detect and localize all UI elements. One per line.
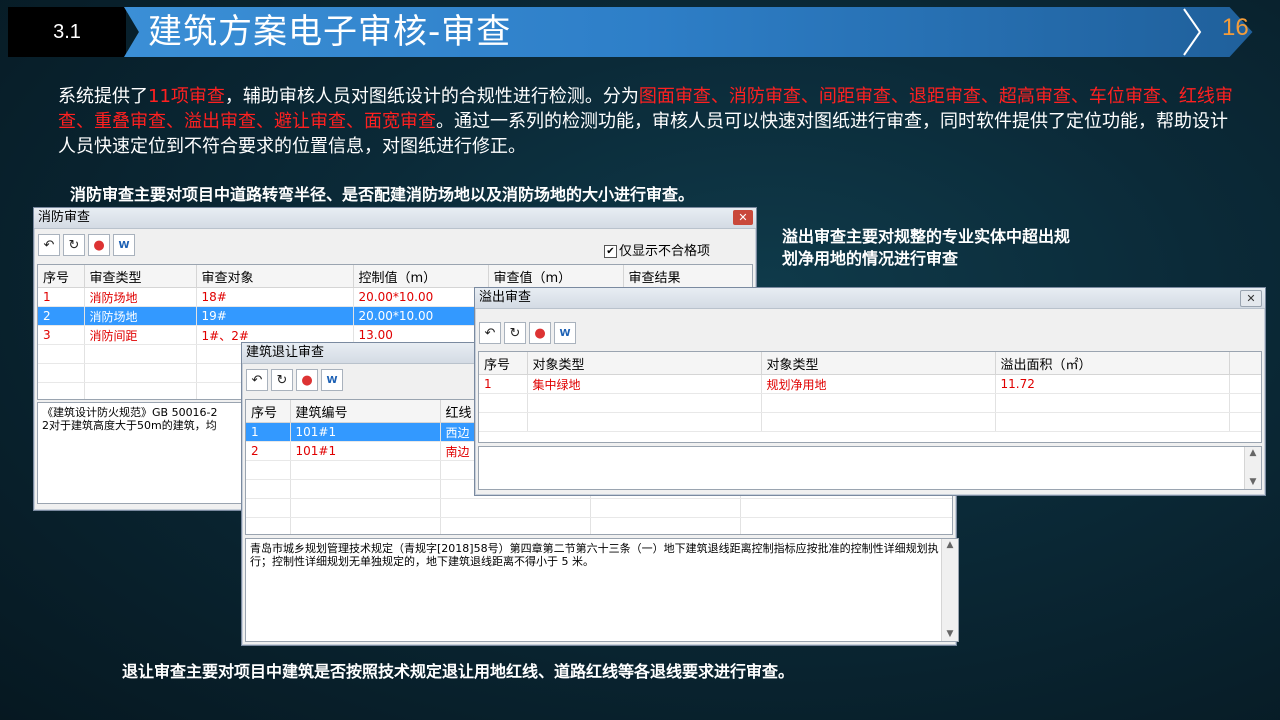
- close-icon[interactable]: ✕: [733, 210, 753, 225]
- scroll-up-icon[interactable]: ▲: [942, 539, 958, 552]
- table-row: [246, 498, 952, 518]
- undo-icon[interactable]: ↶: [479, 322, 501, 344]
- locate-pin-icon[interactable]: ●: [296, 369, 318, 391]
- word-export-icon[interactable]: W: [321, 369, 343, 391]
- col-header[interactable]: 对象类型: [761, 352, 996, 375]
- col-header[interactable]: 审查类型: [84, 265, 197, 288]
- note-scrollbar[interactable]: ▲ ▼: [941, 539, 958, 641]
- col-header[interactable]: 建筑编号: [290, 400, 441, 423]
- locate-pin-icon[interactable]: ●: [529, 322, 551, 344]
- undo-icon[interactable]: ↶: [38, 234, 60, 256]
- scroll-up-icon[interactable]: ▲: [1245, 447, 1261, 460]
- fire-caption: 消防审查主要对项目中道路转弯半径、是否配建消防场地以及消防场地的大小进行审查。: [70, 185, 695, 204]
- cell: 19#: [196, 306, 354, 326]
- window-titlebar[interactable]: 消防审查 ✕: [34, 208, 756, 229]
- window-title: 溢出审查: [479, 290, 532, 305]
- regulation-note: ▲ ▼: [478, 446, 1262, 490]
- cell: 20.00*10.00: [353, 287, 489, 307]
- regulation-note: 《建筑设计防火规范》GB 50016-2 2对于建筑高度大于50m的建筑，均: [37, 402, 249, 504]
- checkbox-box[interactable]: ✔: [604, 245, 617, 258]
- col-header[interactable]: 序号: [38, 265, 85, 288]
- refresh-icon[interactable]: ↻: [271, 369, 293, 391]
- cell: 11.72: [995, 374, 1230, 394]
- page-title: 建筑方案电子审核-审查: [148, 12, 512, 52]
- cell: 20.00*10.00: [353, 306, 489, 326]
- col-header[interactable]: 审查值（m）: [488, 265, 624, 288]
- cell: 规划净用地: [761, 374, 996, 394]
- table-row: [479, 393, 1261, 413]
- overflow-results-table: 序号 对象类型 对象类型 溢出面积（㎡） 1 集中绿地 规划净用地 11.72: [478, 351, 1262, 443]
- overflow-caption: 溢出审查主要对规整的专业实体中超出规划净用地的情况进行审查: [782, 227, 1071, 268]
- window-title: 建筑退让审查: [246, 345, 325, 360]
- col-header[interactable]: 审查对象: [196, 265, 354, 288]
- cell: 18#: [196, 287, 354, 307]
- intro-highlight: 11项审查: [148, 86, 225, 107]
- cell: 消防场地: [84, 306, 197, 326]
- refresh-icon[interactable]: ↻: [63, 234, 85, 256]
- col-header[interactable]: 对象类型: [527, 352, 762, 375]
- cell: 1: [246, 422, 291, 442]
- cell: 消防场地: [84, 287, 197, 307]
- table-row: [246, 517, 952, 534]
- chevron-right-icon: [1183, 8, 1202, 56]
- regulation-note: 青岛市城乡规划管理技术规定（青规字[2018]58号）第四章第二节第六十三条（一…: [245, 538, 959, 642]
- table-row[interactable]: 1 集中绿地 规划净用地 11.72: [479, 374, 1261, 394]
- cell: 2: [38, 306, 85, 326]
- page-number: 16: [1222, 14, 1249, 41]
- note-text: 青岛市城乡规划管理技术规定（青规字[2018]58号）第四章第二节第六十三条（一…: [250, 542, 939, 568]
- word-export-icon[interactable]: W: [554, 322, 576, 344]
- close-icon[interactable]: ✕: [1240, 290, 1262, 307]
- note-line: 2对于建筑高度大于50m的建筑，均: [42, 419, 217, 432]
- checkbox-label: 仅显示不合格项: [619, 244, 711, 259]
- cell: 消防间距: [84, 325, 197, 345]
- intro-paragraph: 系统提供了11项审查，辅助审核人员对图纸设计的合规性进行检测。分为图面审查、消防…: [58, 84, 1238, 159]
- note-line: 《建筑设计防火规范》GB 50016-2: [42, 406, 218, 419]
- word-export-icon[interactable]: W: [113, 234, 135, 256]
- window-titlebar[interactable]: 溢出审查 ✕: [475, 288, 1265, 309]
- only-failed-checkbox[interactable]: ✔ 仅显示不合格项: [604, 240, 710, 259]
- cell: 3: [38, 325, 85, 345]
- cell: 101#1: [290, 441, 441, 461]
- locate-pin-icon[interactable]: ●: [88, 234, 110, 256]
- cell: 2: [246, 441, 291, 461]
- toolbar: ↶ ↻ ● W: [475, 317, 1265, 349]
- col-header[interactable]: 审查结果: [623, 265, 752, 288]
- section-number: 3.1: [8, 7, 126, 57]
- cell: 1: [479, 374, 528, 394]
- col-header[interactable]: 控制值（m）: [353, 265, 489, 288]
- table-row: [479, 412, 1261, 432]
- col-header[interactable]: 序号: [246, 400, 291, 423]
- intro-text: ，辅助审核人员对图纸设计的合规性进行检测。分为: [224, 86, 639, 107]
- scroll-down-icon[interactable]: ▼: [942, 628, 958, 641]
- col-header[interactable]: 溢出面积（㎡）: [995, 352, 1230, 375]
- scroll-down-icon[interactable]: ▼: [1245, 476, 1261, 489]
- window-title: 消防审查: [38, 210, 91, 225]
- setback-caption: 退让审查主要对项目中建筑是否按照技术规定退让用地红线、道路红线等各退线要求进行审…: [122, 662, 795, 681]
- note-scrollbar[interactable]: ▲ ▼: [1244, 447, 1261, 489]
- cell: 集中绿地: [527, 374, 762, 394]
- overflow-audit-window: 溢出审查 ✕ ↶ ↻ ● W 序号 对象类型 对象类型 溢出面积（㎡） 1 集中…: [474, 287, 1266, 496]
- cell: 101#1: [290, 422, 441, 442]
- refresh-icon[interactable]: ↻: [504, 322, 526, 344]
- col-header[interactable]: 序号: [479, 352, 528, 375]
- undo-icon[interactable]: ↶: [246, 369, 268, 391]
- intro-text: 系统提供了: [58, 86, 148, 107]
- cell: 1: [38, 287, 85, 307]
